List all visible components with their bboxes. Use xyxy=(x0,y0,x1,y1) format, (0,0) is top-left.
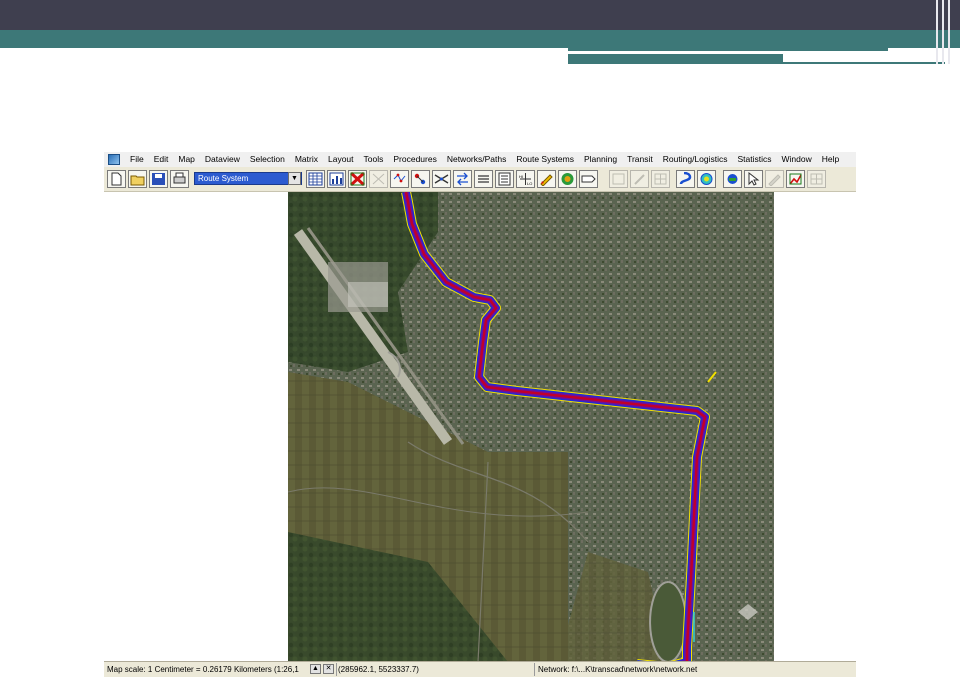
menu-help[interactable]: Help xyxy=(817,152,844,167)
edit-icon[interactable] xyxy=(765,170,784,188)
menu-selection[interactable]: Selection xyxy=(245,152,290,167)
slide-title-bar xyxy=(0,0,960,30)
dataview-icon[interactable] xyxy=(306,170,325,188)
globe-icon[interactable] xyxy=(558,170,577,188)
route-system-select[interactable]: Route System xyxy=(194,172,302,185)
menu-statistics[interactable]: Statistics xyxy=(733,152,777,167)
disabled-grid-icon[interactable] xyxy=(807,170,826,188)
slide-deco-line xyxy=(568,48,888,51)
menu-edit[interactable]: Edit xyxy=(149,152,174,167)
pin-icon[interactable] xyxy=(630,170,649,188)
svg-text:HI: HI xyxy=(519,174,523,179)
slide-deco-line xyxy=(568,54,783,64)
open-folder-icon[interactable] xyxy=(128,170,147,188)
layers-icon[interactable] xyxy=(474,170,493,188)
app-icon[interactable] xyxy=(108,154,120,165)
save-icon[interactable] xyxy=(149,170,168,188)
menu-file[interactable]: File xyxy=(125,152,149,167)
slide-deco-line xyxy=(775,62,945,64)
svg-text:LO: LO xyxy=(527,181,532,186)
disabled-icon[interactable] xyxy=(609,170,628,188)
select-icon[interactable] xyxy=(348,170,367,188)
zoom-in-icon[interactable]: ▲ xyxy=(310,664,321,674)
scissors-icon[interactable] xyxy=(432,170,451,188)
menu-planning[interactable]: Planning xyxy=(579,152,622,167)
slide-deco-vline xyxy=(948,0,950,64)
map-icon[interactable] xyxy=(723,170,742,188)
chart-icon[interactable] xyxy=(327,170,346,188)
menu-layout[interactable]: Layout xyxy=(323,152,359,167)
label-icon[interactable] xyxy=(579,170,598,188)
menu-map[interactable]: Map xyxy=(173,152,200,167)
transcad-window: File Edit Map Dataview Selection Matrix … xyxy=(104,152,856,677)
status-bar: Map scale: 1 Centimeter = 0.26179 Kilome… xyxy=(104,661,856,677)
slide-accent-bar xyxy=(0,30,960,48)
new-file-icon[interactable] xyxy=(107,170,126,188)
map-view[interactable] xyxy=(288,192,774,662)
slide-deco-vline xyxy=(936,0,938,64)
toolbar: Route System ▼ HI LO xyxy=(104,167,856,192)
chevron-down-icon[interactable]: ▼ xyxy=(288,172,301,185)
menu-networks-paths[interactable]: Networks/Paths xyxy=(442,152,512,167)
menu-dataview[interactable]: Dataview xyxy=(200,152,245,167)
network-icon[interactable] xyxy=(390,170,409,188)
satellite-map[interactable] xyxy=(288,192,774,662)
table-icon[interactable] xyxy=(495,170,514,188)
nodes-icon[interactable] xyxy=(411,170,430,188)
pencil-icon[interactable] xyxy=(537,170,556,188)
menu-transit[interactable]: Transit xyxy=(622,152,658,167)
transfer-icon[interactable] xyxy=(453,170,472,188)
coverage-icon[interactable] xyxy=(697,170,716,188)
menu-window[interactable]: Window xyxy=(777,152,817,167)
slide-deco-vline xyxy=(942,0,944,64)
grid-layout-icon[interactable] xyxy=(651,170,670,188)
menu-route-systems[interactable]: Route Systems xyxy=(511,152,579,167)
network-path-text: Network: f:\...K\transcad\network\networ… xyxy=(538,665,698,674)
menu-tools[interactable]: Tools xyxy=(359,152,389,167)
grid-icon[interactable] xyxy=(369,170,388,188)
chart-edit-icon[interactable] xyxy=(786,170,805,188)
coordinate-readout: (285962.1, 5523337.7) xyxy=(338,665,419,674)
menu-matrix[interactable]: Matrix xyxy=(290,152,323,167)
route-icon[interactable] xyxy=(676,170,695,188)
map-scale-text: Map scale: 1 Centimeter = 0.26179 Kilome… xyxy=(107,665,299,674)
menu-procedures[interactable]: Procedures xyxy=(388,152,441,167)
divider xyxy=(534,663,535,676)
cursor-icon[interactable] xyxy=(744,170,763,188)
hi-lo-icon[interactable]: HI LO xyxy=(516,170,535,188)
menu-bar: File Edit Map Dataview Selection Matrix … xyxy=(104,152,856,167)
print-icon[interactable] xyxy=(170,170,189,188)
close-icon[interactable]: ✕ xyxy=(323,664,334,674)
menu-routing-logistics[interactable]: Routing/Logistics xyxy=(658,152,733,167)
divider xyxy=(336,663,337,676)
